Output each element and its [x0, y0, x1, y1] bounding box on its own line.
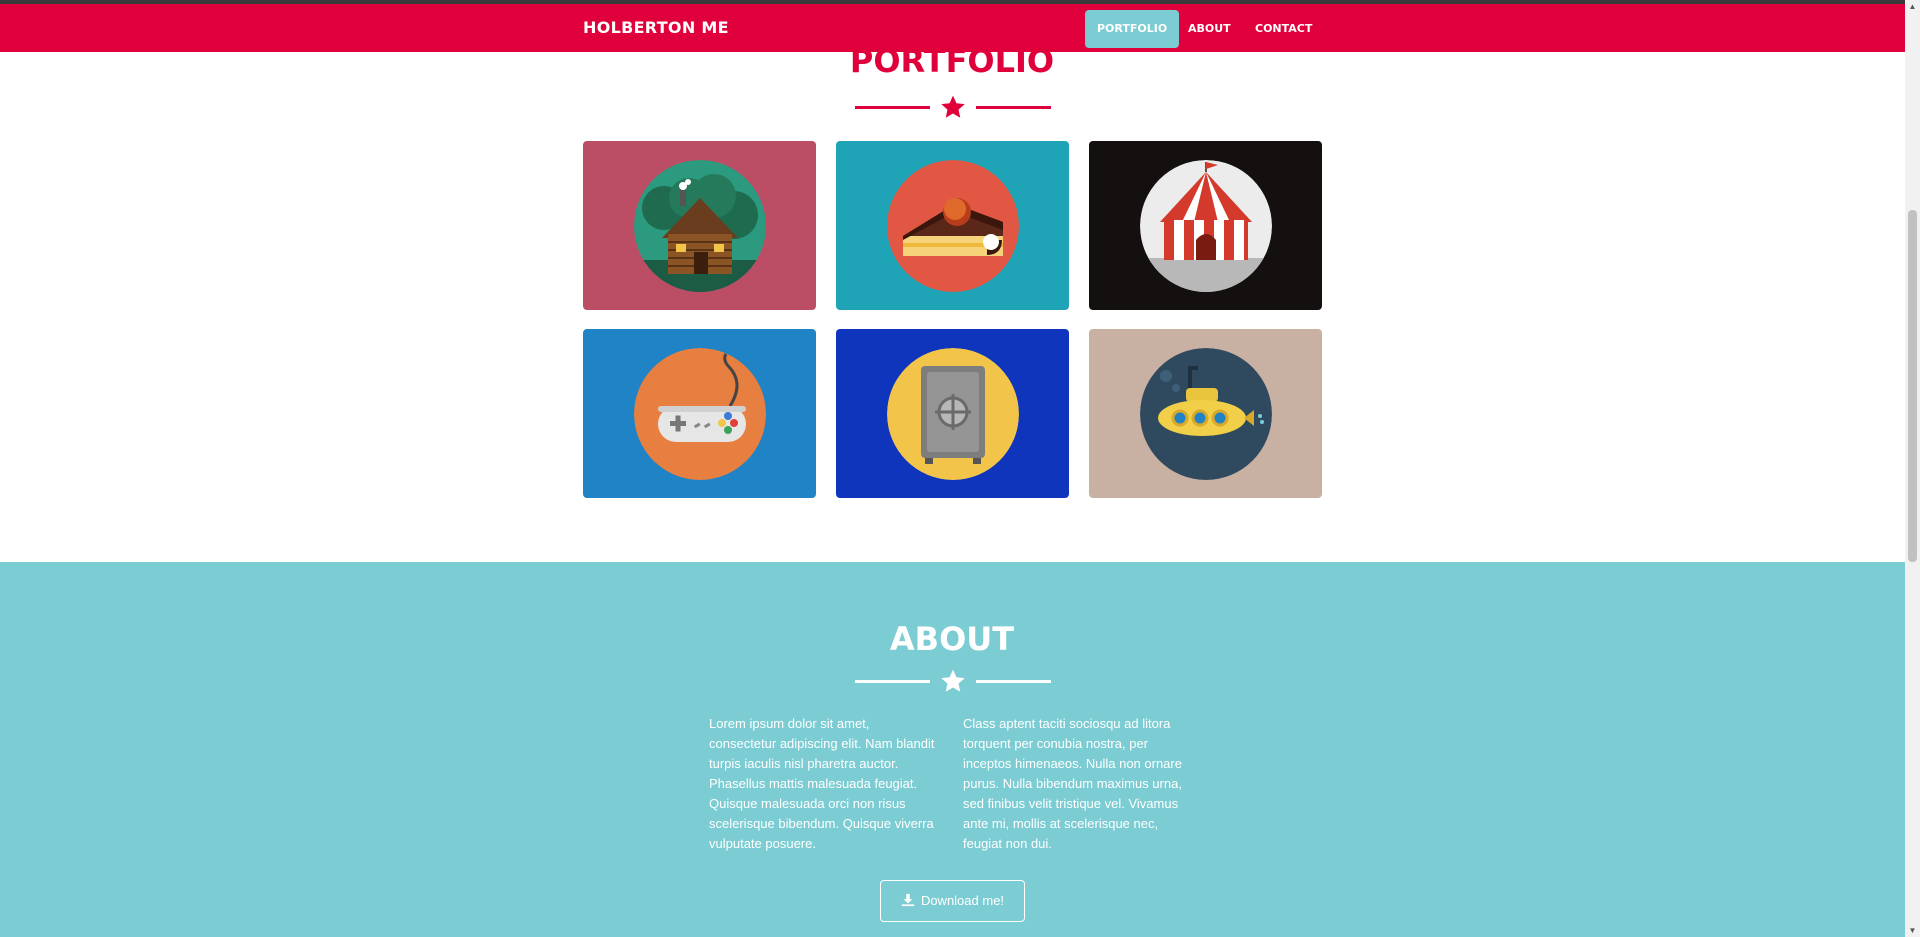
page-scrollbar[interactable]: ▲ ▼	[1905, 0, 1920, 937]
brand-logo[interactable]: HOLBERTON ME	[583, 18, 729, 37]
game-controller-icon	[633, 347, 766, 480]
star-icon	[941, 95, 965, 118]
portfolio-item-controller[interactable]	[583, 329, 816, 498]
portfolio-item-cake[interactable]	[836, 141, 1069, 310]
divider-line-right	[976, 106, 1051, 109]
scroll-thumb[interactable]	[1908, 210, 1917, 562]
nav-contact[interactable]: CONTACT	[1243, 10, 1324, 48]
about-divider	[855, 668, 1051, 694]
portfolio-item-safe[interactable]	[836, 329, 1069, 498]
divider-line-left	[855, 106, 930, 109]
about-paragraph-right: Class aptent taciti sociosqu ad litora t…	[963, 716, 1182, 851]
download-icon	[901, 893, 915, 907]
submarine-icon	[1139, 347, 1272, 480]
cake-icon	[886, 159, 1019, 292]
divider-line-right	[976, 680, 1051, 683]
scroll-up-icon[interactable]: ▲	[1908, 2, 1917, 11]
download-button[interactable]: Download me!	[880, 880, 1025, 922]
portfolio-section: PORTFOLIO	[0, 42, 1905, 562]
nav-about[interactable]: ABOUT	[1176, 10, 1243, 48]
divider-line-left	[855, 680, 930, 683]
star-icon	[941, 669, 965, 692]
portfolio-title: PORTFOLIO	[849, 42, 1055, 80]
about-title: ABOUT	[889, 620, 1015, 658]
scroll-down-icon[interactable]: ▼	[1908, 926, 1917, 935]
portfolio-item-submarine[interactable]	[1089, 329, 1322, 498]
portfolio-item-cabin[interactable]	[583, 141, 816, 310]
cabin-icon	[633, 159, 766, 292]
safe-icon	[886, 347, 1019, 480]
portfolio-item-circus[interactable]	[1089, 141, 1322, 310]
circus-tent-icon	[1139, 159, 1272, 292]
portfolio-divider	[855, 94, 1051, 120]
download-label: Download me!	[920, 893, 1005, 908]
about-paragraph-left: Lorem ipsum dolor sit amet, consectetur …	[709, 716, 935, 851]
about-section: ABOUT Lorem ipsum dolor sit amet, consec…	[0, 562, 1905, 937]
